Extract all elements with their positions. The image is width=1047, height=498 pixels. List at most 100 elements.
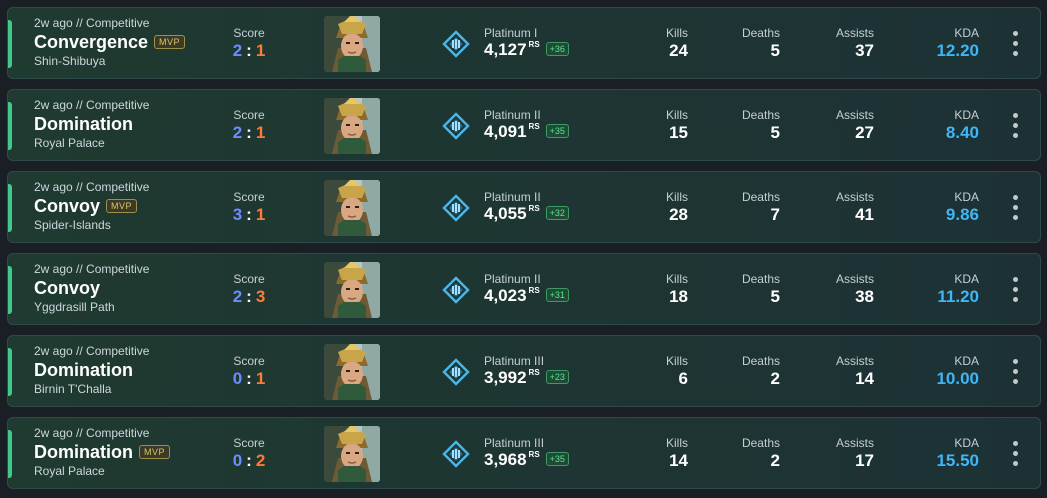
kills-label: Kills xyxy=(665,354,688,368)
score-label: Score xyxy=(233,436,265,450)
more-vertical-icon[interactable] xyxy=(1009,112,1021,140)
more-vertical-icon[interactable] xyxy=(1009,30,1021,58)
rank-score-unit: RS xyxy=(528,450,540,459)
score-label: Score xyxy=(233,190,265,204)
hero-portrait-icon[interactable] xyxy=(324,16,380,72)
rank-score-value: 3,992 xyxy=(484,368,527,387)
match-queue: Competitive xyxy=(86,262,150,276)
assists-value: 37 xyxy=(855,41,874,60)
rank-score: 4,055 RS +32 xyxy=(484,204,569,224)
rank-score-value: 4,023 xyxy=(484,286,527,305)
match-score: 0:2 xyxy=(218,451,280,471)
map-name: Yggdrasill Path xyxy=(34,300,115,314)
more-vertical-icon[interactable] xyxy=(1009,358,1021,386)
platinum-rank-icon xyxy=(442,194,470,222)
rank-score-unit: RS xyxy=(528,286,540,295)
kills-value: 15 xyxy=(669,123,688,142)
rank-score-unit: RS xyxy=(528,122,540,131)
deaths-label: Deaths xyxy=(741,354,780,368)
score-label: Score xyxy=(233,272,265,286)
rank-score-delta: +32 xyxy=(545,206,569,220)
kda-value: 15.50 xyxy=(936,451,979,470)
rank-score-value: 4,091 xyxy=(484,122,527,141)
deaths-label: Deaths xyxy=(741,190,780,204)
score-team-b: 1 xyxy=(255,41,266,60)
match-row[interactable]: 2w ago // Competitive Convergence MVP Shi… xyxy=(7,7,1041,79)
rank-score: 4,091 RS +35 xyxy=(484,122,569,142)
kills-value: 24 xyxy=(669,41,688,60)
match-time: 2w ago xyxy=(34,16,73,30)
win-indicator xyxy=(8,430,12,478)
hero-portrait-icon[interactable] xyxy=(324,426,380,482)
score-team-b: 3 xyxy=(255,287,266,306)
rank-score: 4,023 RS +31 xyxy=(484,286,569,306)
win-indicator xyxy=(8,184,12,232)
win-indicator xyxy=(8,20,12,68)
match-row[interactable]: 2w ago // Competitive Domination MVP Roya… xyxy=(7,417,1041,489)
match-score: 2:1 xyxy=(218,41,280,61)
game-mode: Convoy xyxy=(34,278,100,299)
match-score: 2:3 xyxy=(218,287,280,307)
more-vertical-icon[interactable] xyxy=(1009,194,1021,222)
deaths-value: 2 xyxy=(770,369,780,388)
score-team-b: 2 xyxy=(255,451,266,470)
score-team-b: 1 xyxy=(255,123,266,142)
rank-score: 4,127 RS +36 xyxy=(484,40,569,60)
hero-portrait-icon[interactable] xyxy=(324,344,380,400)
score-separator: : xyxy=(246,123,252,142)
game-mode-label: Domination xyxy=(34,114,133,134)
match-time: 2w ago xyxy=(34,262,73,276)
more-vertical-icon[interactable] xyxy=(1009,440,1021,468)
rank-name: Platinum III xyxy=(484,354,545,368)
hero-portrait-icon[interactable] xyxy=(324,98,380,154)
kda-label: KDA xyxy=(954,190,979,204)
rank-score-value: 4,127 xyxy=(484,40,527,59)
match-meta: 2w ago // Competitive xyxy=(34,98,150,112)
rank-score-delta: +31 xyxy=(545,288,569,302)
map-name: Shin-Shibuya xyxy=(34,54,106,68)
rank-score-value: 4,055 xyxy=(484,204,527,223)
platinum-rank-icon xyxy=(442,276,470,304)
rank-score-delta: +23 xyxy=(545,370,569,384)
score-team-a: 3 xyxy=(232,205,243,224)
deaths-value: 5 xyxy=(770,123,780,142)
more-vertical-icon[interactable] xyxy=(1009,276,1021,304)
kda-label: KDA xyxy=(954,108,979,122)
match-score: 0:1 xyxy=(218,369,280,389)
match-time: 2w ago xyxy=(34,180,73,194)
score-team-a: 0 xyxy=(232,451,243,470)
mvp-badge: MVP xyxy=(106,199,138,213)
score-team-a: 2 xyxy=(232,123,243,142)
rank-score-unit: RS xyxy=(528,204,540,213)
rank-name: Platinum III xyxy=(484,436,545,450)
score-team-a: 2 xyxy=(232,41,243,60)
kills-label: Kills xyxy=(665,26,688,40)
hero-portrait-icon[interactable] xyxy=(324,262,380,318)
score-team-a: 2 xyxy=(232,287,243,306)
assists-label: Assists xyxy=(835,190,874,204)
kda-value: 8.40 xyxy=(945,123,979,142)
deaths-label: Deaths xyxy=(741,272,780,286)
platinum-rank-icon xyxy=(442,358,470,386)
win-indicator xyxy=(8,102,12,150)
assists-label: Assists xyxy=(835,108,874,122)
hero-portrait-icon[interactable] xyxy=(324,180,380,236)
kills-label: Kills xyxy=(665,108,688,122)
deaths-label: Deaths xyxy=(741,108,780,122)
game-mode: Convoy MVP xyxy=(34,196,138,217)
win-indicator xyxy=(8,266,12,314)
match-row[interactable]: 2w ago // Competitive Domination Royal P… xyxy=(7,89,1041,161)
deaths-label: Deaths xyxy=(741,26,780,40)
score-label: Score xyxy=(233,354,265,368)
match-row[interactable]: 2w ago // Competitive Convoy MVP Spider-I… xyxy=(7,171,1041,243)
kda-value: 12.20 xyxy=(936,41,979,60)
rank-score-delta: +36 xyxy=(545,42,569,56)
kills-label: Kills xyxy=(665,272,688,286)
match-row[interactable]: 2w ago // Competitive Convoy Yggdrasill … xyxy=(7,253,1041,325)
rank-score: 3,968 RS +35 xyxy=(484,450,569,470)
game-mode: Domination xyxy=(34,114,133,135)
match-row[interactable]: 2w ago // Competitive Domination Birnin … xyxy=(7,335,1041,407)
assists-value: 27 xyxy=(855,123,874,142)
match-queue: Competitive xyxy=(86,98,150,112)
mvp-badge: MVP xyxy=(154,35,186,49)
